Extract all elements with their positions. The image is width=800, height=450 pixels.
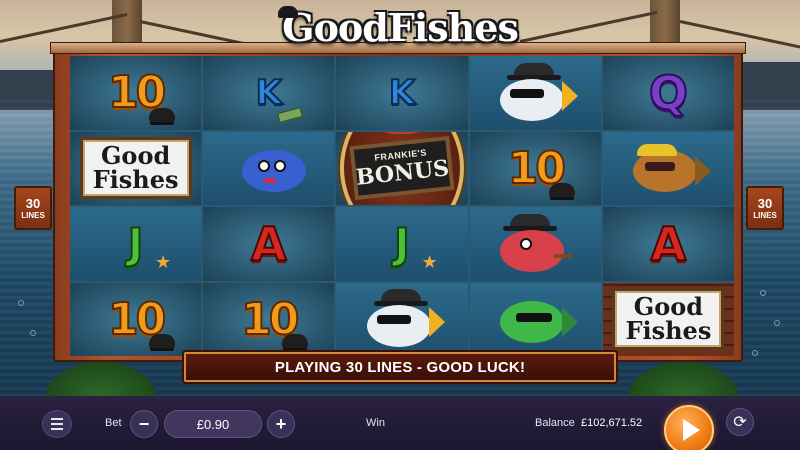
- symbol-jack: J ★: [336, 207, 468, 281]
- symbol-ten: 10: [70, 56, 202, 130]
- symbol-frankies-bonus: FRANKIE'S BONUS: [336, 131, 468, 205]
- fedora-hat-icon: [282, 334, 309, 348]
- hamburger-icon: [51, 418, 63, 420]
- starfish-icon: ★: [421, 251, 438, 272]
- symbol-jack: J ★: [70, 207, 202, 281]
- game-title: GoodFishes: [282, 4, 519, 50]
- symbol-ace: A: [602, 207, 734, 281]
- symbol-ten: 10: [203, 282, 335, 356]
- symbol-jack-text: J: [393, 218, 411, 269]
- symbol-king: K: [203, 56, 335, 130]
- reel-4: 10: [469, 56, 601, 356]
- good-fishes-sign: Good Fishes: [612, 288, 725, 351]
- bubble: [774, 320, 780, 326]
- red-fish-cigar-icon: [490, 213, 580, 274]
- symbol-green-fish-shades: [469, 282, 601, 356]
- symbol-good-fishes: Good Fishes: [602, 282, 734, 356]
- bubble: [30, 330, 36, 336]
- seaweed: [628, 362, 738, 398]
- good-fishes-word-2: Fishes: [625, 316, 712, 346]
- bet-value-display: £0.90: [164, 410, 262, 438]
- bonus-badge: FRANKIE'S BONUS: [339, 131, 464, 205]
- lines-indicator-left: 30 LINES: [14, 186, 52, 230]
- symbol-king-text: K: [388, 72, 416, 114]
- lines-label: LINES: [753, 211, 777, 220]
- good-fishes-word-2: Fishes: [92, 165, 179, 195]
- status-message: PLAYING 30 LINES - GOOD LUCK!: [274, 358, 526, 376]
- symbol-king: K: [336, 56, 468, 130]
- spin-button[interactable]: [664, 405, 714, 450]
- lines-label: LINES: [21, 211, 45, 220]
- symbol-queen: Q: [602, 56, 734, 130]
- white-fish-gangster-icon: [357, 289, 447, 349]
- status-message-bar: PLAYING 30 LINES - GOOD LUCK!: [184, 352, 616, 382]
- bubble: [18, 300, 24, 306]
- symbol-good-fishes: Good Fishes: [70, 131, 202, 205]
- bubble: [760, 290, 766, 296]
- balance-value: £102,671.52: [581, 417, 643, 429]
- bet-label: Bet: [105, 417, 122, 429]
- reel-2: K A 10: [203, 56, 335, 356]
- lines-indicator-right: 30 LINES: [746, 186, 784, 230]
- bridge-cable: [519, 10, 658, 43]
- minus-icon: −: [138, 413, 150, 434]
- fedora-hat-icon: [149, 334, 176, 348]
- crab-icon: [374, 131, 429, 135]
- bonus-sign: FRANKIE'S BONUS: [349, 136, 455, 201]
- game-logo: GoodFishes: [270, 4, 530, 50]
- play-icon: [683, 419, 700, 441]
- balance-label: Balance: [535, 417, 575, 429]
- symbol-white-fish-gangster: [469, 56, 601, 130]
- symbol-ten: 10: [70, 282, 202, 356]
- bet-increase-button[interactable]: +: [267, 410, 295, 438]
- seaweed: [46, 362, 156, 398]
- symbol-queen-text: Q: [648, 65, 689, 121]
- bet-value: £0.90: [196, 416, 230, 432]
- golden-fish-cap-icon: [623, 138, 713, 198]
- fedora-hat-icon: [278, 6, 298, 18]
- good-fishes-sign: Good Fishes: [79, 137, 192, 200]
- bridge-cable: [0, 13, 128, 43]
- fedora-hat-icon: [149, 107, 176, 122]
- symbol-ace-text: A: [650, 216, 688, 272]
- win-label: Win: [366, 417, 385, 429]
- symbol-ten: 10: [469, 131, 601, 205]
- bet-decrease-button[interactable]: −: [130, 410, 158, 438]
- lines-count: 30: [757, 196, 773, 211]
- reel-3: K FRANKIE'S BONUS J ★: [336, 56, 468, 356]
- symbol-white-fish-gangster: [336, 282, 468, 356]
- bubble: [752, 350, 758, 356]
- green-fish-shades-icon: [490, 289, 580, 349]
- symbol-ace-text: A: [250, 216, 288, 272]
- symbol-king-text: K: [255, 72, 283, 114]
- symbol-red-fish-cigar: [469, 207, 601, 281]
- symbol-blue-fish-lady: [203, 131, 335, 205]
- reel-grid: 10 Good Fishes J ★ 10 K A 10 K FRANKIE'S…: [70, 56, 734, 356]
- symbol-golden-fish-cap: [602, 131, 734, 205]
- reel-1: 10 Good Fishes J ★ 10: [70, 56, 202, 356]
- autoplay-button[interactable]: ⟳: [726, 408, 754, 436]
- bonus-sign-label: BONUS: [354, 155, 451, 192]
- symbol-ace: A: [203, 207, 335, 281]
- reel-5: Q A Good Fishes: [602, 56, 734, 356]
- symbol-jack-text: J: [127, 218, 145, 269]
- blue-fish-lady-icon: [224, 138, 314, 198]
- plus-icon: +: [275, 413, 287, 434]
- starfish-icon: ★: [155, 251, 172, 272]
- lines-count: 30: [25, 196, 41, 211]
- autoplay-icon: ⟳: [733, 414, 747, 431]
- white-fish-gangster-icon: [490, 62, 580, 123]
- menu-button[interactable]: [42, 410, 72, 438]
- fedora-hat-icon: [548, 183, 575, 197]
